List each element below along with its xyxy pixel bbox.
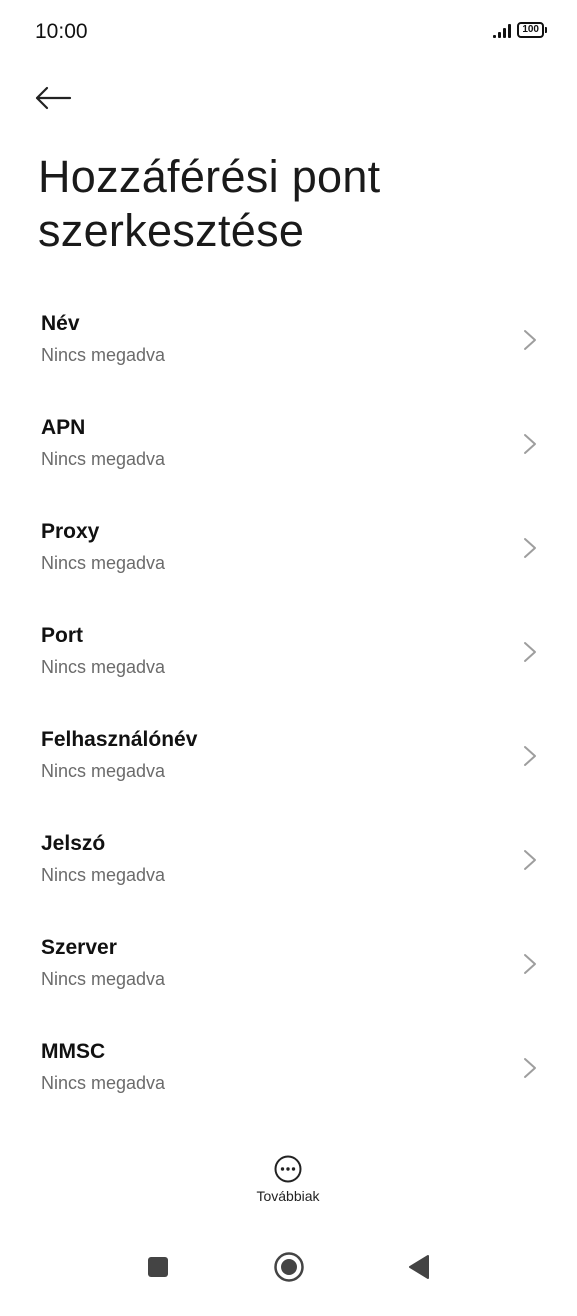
status-bar: 10:00 100 [0, 0, 577, 64]
chevron-right-icon [524, 850, 536, 870]
navigation-bar [0, 1236, 577, 1296]
item-label: APN [41, 416, 86, 439]
circle-icon [274, 1252, 304, 1282]
recents-button[interactable] [141, 1250, 175, 1284]
item-value: Nincs megadva [41, 553, 166, 573]
chevron-right-icon [524, 746, 536, 766]
page-title: Hozzáférési pont szerkesztése [38, 151, 381, 256]
more-label: Továbbiak [256, 1188, 320, 1204]
settings-list: Név Nincs megadva APN Nincs megadva Prox… [0, 290, 577, 1122]
chevron-right-icon [524, 434, 536, 454]
item-label: Név [41, 312, 80, 335]
item-label: Proxy [41, 520, 100, 543]
item-label: Port [41, 624, 83, 647]
item-value: Nincs megadva [41, 865, 166, 885]
settings-item-nev[interactable]: Név Nincs megadva [0, 290, 577, 394]
settings-item-port[interactable]: Port Nincs megadva [0, 602, 577, 706]
chevron-right-icon [524, 1058, 536, 1078]
chevron-right-icon [524, 330, 536, 350]
settings-item-mmsc[interactable]: MMSC Nincs megadva [0, 1018, 577, 1122]
item-value: Nincs megadva [41, 761, 166, 781]
item-label: Szerver [41, 936, 117, 959]
item-label: Felhasználónév [41, 728, 198, 751]
settings-item-username[interactable]: Felhasználónév Nincs megadva [0, 706, 577, 810]
triangle-back-icon [409, 1255, 429, 1279]
battery-icon: 100 [517, 22, 547, 38]
chevron-right-icon [524, 538, 536, 558]
status-icons: 100 [493, 22, 547, 38]
chevron-right-icon [524, 954, 536, 974]
item-label: MMSC [41, 1040, 106, 1063]
settings-item-proxy[interactable]: Proxy Nincs megadva [0, 498, 577, 602]
nav-back-button[interactable] [402, 1250, 436, 1284]
item-value: Nincs megadva [41, 345, 166, 365]
item-value: Nincs megadva [41, 449, 166, 469]
settings-item-password[interactable]: Jelszó Nincs megadva [0, 810, 577, 914]
chevron-right-icon [524, 642, 536, 662]
arrow-left-icon [35, 86, 72, 110]
item-value: Nincs megadva [41, 657, 166, 677]
signal-icon [493, 22, 512, 38]
item-value: Nincs megadva [41, 1073, 166, 1093]
more-dots-icon [274, 1155, 302, 1183]
battery-level: 100 [517, 22, 544, 38]
settings-item-server[interactable]: Szerver Nincs megadva [0, 914, 577, 1018]
status-time: 10:00 [35, 20, 88, 43]
item-label: Jelszó [41, 832, 106, 855]
back-button[interactable] [34, 74, 82, 122]
home-button[interactable] [272, 1250, 306, 1284]
item-value: Nincs megadva [41, 969, 166, 989]
settings-item-apn[interactable]: APN Nincs megadva [0, 394, 577, 498]
more-button[interactable]: Továbbiak [238, 1154, 338, 1214]
square-icon [148, 1257, 168, 1277]
